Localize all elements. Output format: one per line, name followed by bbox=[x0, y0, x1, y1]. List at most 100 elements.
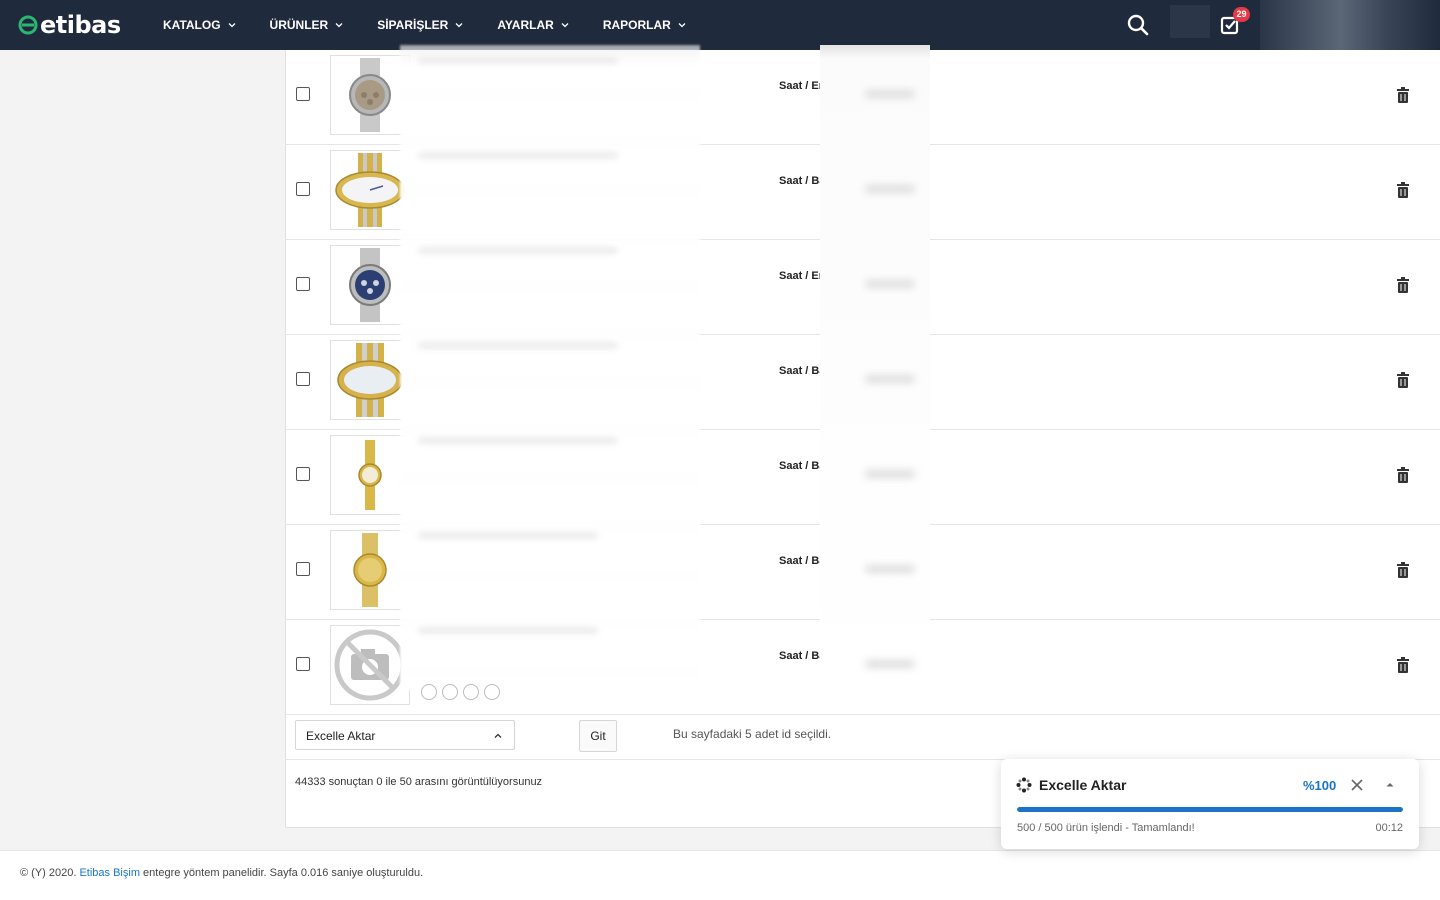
trash-icon[interactable] bbox=[1396, 467, 1410, 483]
spinner-icon bbox=[1016, 777, 1032, 793]
nav-label: KATALOG bbox=[163, 18, 221, 32]
no-photo-icon bbox=[334, 629, 406, 701]
product-image[interactable] bbox=[330, 245, 410, 325]
export-progress-toast: Excelle Aktar %100 500 / 500 ürün işlend… bbox=[1001, 759, 1419, 849]
product-category: Saat / Ba bbox=[779, 555, 821, 567]
redacted-price bbox=[865, 565, 915, 573]
redacted-product-names bbox=[400, 45, 700, 690]
small-gold-watch-image bbox=[358, 440, 382, 510]
nav-label: ÜRÜNLER bbox=[269, 18, 329, 32]
redacted-line bbox=[418, 57, 618, 64]
main-nav: KATALOG ÜRÜNLER SİPARİŞLER AYARLAR RAPOR… bbox=[163, 0, 720, 50]
product-image[interactable] bbox=[330, 625, 410, 705]
nav-label: RAPORLAR bbox=[602, 18, 671, 32]
product-category: Saat / Er bbox=[779, 80, 821, 92]
indicator-dot bbox=[442, 684, 458, 700]
redacted-price bbox=[865, 280, 915, 288]
nav-raporlar[interactable]: RAPORLAR bbox=[603, 18, 686, 32]
footer-text: © (Y) 2020. Etibas Bişim entegre yöntem … bbox=[20, 867, 423, 879]
results-info: 44333 sonuçtan 0 ile 50 arasını görüntül… bbox=[295, 776, 543, 788]
nav-label: AYARLAR bbox=[497, 18, 554, 32]
row-checkbox[interactable] bbox=[296, 372, 310, 386]
user-menu[interactable] bbox=[1260, 0, 1440, 50]
product-category: Saat / Ba bbox=[779, 175, 821, 187]
collapse-caret-icon[interactable] bbox=[1385, 780, 1395, 790]
redacted-price bbox=[865, 375, 915, 383]
nav-siparisler[interactable]: SİPARİŞLER bbox=[377, 18, 463, 32]
chevron-down-icon bbox=[228, 23, 236, 28]
redacted-line bbox=[418, 247, 618, 254]
two-tone-oval-watch-image bbox=[335, 153, 405, 227]
product-image[interactable] bbox=[330, 150, 410, 230]
logo-text: etibas bbox=[40, 11, 121, 39]
top-navigation-bar: etibas KATALOG ÜRÜNLER SİPARİŞLER AYARLA… bbox=[0, 0, 1440, 50]
row-checkbox[interactable] bbox=[296, 562, 310, 576]
product-image[interactable] bbox=[330, 340, 410, 420]
two-tone-pearl-watch-image bbox=[337, 343, 403, 417]
trash-icon[interactable] bbox=[1396, 87, 1410, 103]
row-checkbox[interactable] bbox=[296, 277, 310, 291]
product-category: Saat / Ba bbox=[779, 650, 821, 662]
redacted-price bbox=[865, 90, 915, 98]
trash-icon[interactable] bbox=[1396, 372, 1410, 388]
chevron-down-icon bbox=[455, 23, 463, 28]
chevron-down-icon bbox=[678, 23, 686, 28]
footer-suffix: entegre yöntem panelidir. Sayfa 0.016 sa… bbox=[140, 867, 424, 879]
chevron-down-icon bbox=[335, 23, 343, 28]
trash-icon[interactable] bbox=[1396, 562, 1410, 578]
redacted-line bbox=[418, 532, 598, 539]
etibas-logo[interactable]: etibas bbox=[18, 11, 121, 39]
redacted-line bbox=[418, 627, 598, 634]
chevron-up-icon bbox=[494, 733, 502, 738]
bulk-action-select[interactable]: Excelle Aktar bbox=[295, 720, 515, 750]
indicator-dot bbox=[421, 684, 437, 700]
close-icon[interactable] bbox=[1350, 778, 1364, 792]
progress-bar-fill bbox=[1017, 807, 1403, 812]
redacted-line bbox=[418, 152, 618, 159]
row-checkbox[interactable] bbox=[296, 182, 310, 196]
product-category: Saat / Ba bbox=[779, 365, 821, 377]
nav-urunler[interactable]: ÜRÜNLER bbox=[270, 18, 344, 32]
nav-label: SİPARİŞLER bbox=[377, 18, 449, 32]
product-image[interactable] bbox=[330, 55, 410, 135]
nav-katalog[interactable]: KATALOG bbox=[163, 18, 236, 32]
marketplace-indicators bbox=[421, 684, 500, 700]
redacted-line bbox=[418, 342, 618, 349]
selection-info: Bu sayfadaki 5 adet id seçildi. bbox=[673, 727, 832, 741]
indicator-dot bbox=[484, 684, 500, 700]
toast-percent: %100 bbox=[1303, 778, 1337, 793]
nav-ayarlar[interactable]: AYARLAR bbox=[497, 18, 569, 32]
redacted-prices bbox=[820, 45, 930, 680]
indicator-dot bbox=[463, 684, 479, 700]
trash-icon[interactable] bbox=[1396, 277, 1410, 293]
row-checkbox[interactable] bbox=[296, 87, 310, 101]
footer-company-link[interactable]: Etibas Bişim bbox=[79, 867, 140, 879]
logo-mark-icon bbox=[18, 15, 38, 35]
redacted-price bbox=[865, 470, 915, 478]
toast-elapsed-time: 00:12 bbox=[1375, 822, 1403, 834]
header-placeholder bbox=[1170, 5, 1210, 38]
product-image[interactable] bbox=[330, 435, 410, 515]
silver-chronograph-watch-image bbox=[349, 58, 391, 132]
gold-dial-watch-image bbox=[353, 533, 387, 607]
footer-prefix: © (Y) 2020. bbox=[20, 867, 80, 879]
page-footer: © (Y) 2020. Etibas Bişim entegre yöntem … bbox=[0, 850, 1440, 900]
product-category: Saat / Er bbox=[779, 270, 821, 282]
bulk-action-selected-value: Excelle Aktar bbox=[306, 729, 376, 743]
product-category: Saat / Ba bbox=[779, 460, 821, 472]
toast-status: 500 / 500 ürün işlendi - Tamamlandı! bbox=[1017, 822, 1195, 834]
redacted-line bbox=[418, 437, 618, 444]
toast-title: Excelle Aktar bbox=[1039, 777, 1127, 793]
blue-dial-chronograph-watch-image bbox=[349, 248, 391, 322]
search-icon[interactable] bbox=[1126, 13, 1150, 37]
trash-icon[interactable] bbox=[1396, 657, 1410, 673]
row-checkbox[interactable] bbox=[296, 467, 310, 481]
chevron-down-icon bbox=[561, 23, 569, 28]
go-button[interactable]: Git bbox=[579, 720, 617, 752]
row-checkbox[interactable] bbox=[296, 657, 310, 671]
trash-icon[interactable] bbox=[1396, 182, 1410, 198]
redacted-price bbox=[865, 660, 915, 668]
redacted-price bbox=[865, 185, 915, 193]
product-image[interactable] bbox=[330, 530, 410, 610]
orders-badge: 29 bbox=[1233, 7, 1250, 22]
